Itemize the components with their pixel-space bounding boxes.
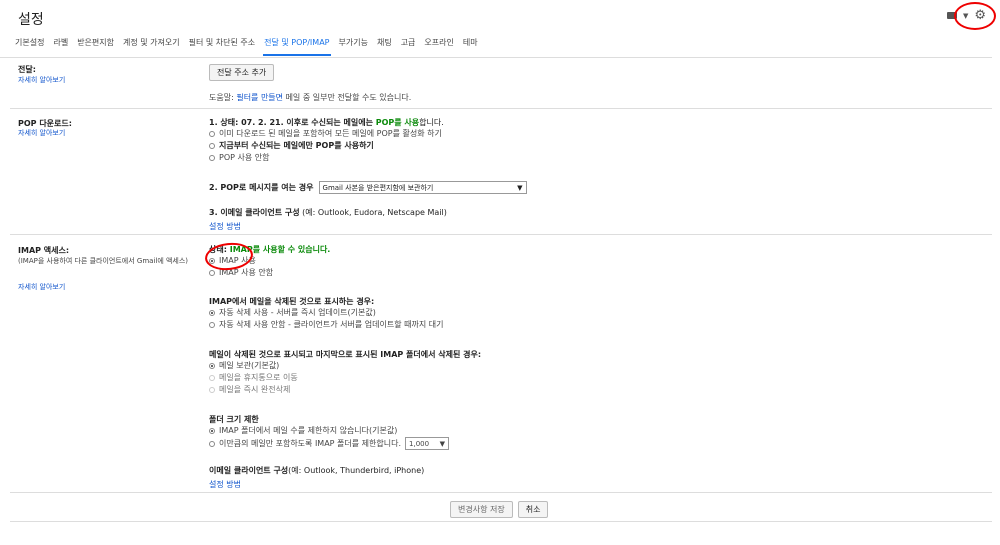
radio-icon[interactable] xyxy=(209,363,215,369)
annotation-circle-gear xyxy=(954,2,996,30)
pop-status-prefix: 1. 상태: 07. 2. 21. 이후로 수신되는 메일에는 xyxy=(209,118,376,127)
tabs-divider xyxy=(0,57,992,58)
radio-icon[interactable] xyxy=(209,131,215,137)
imap-expunge-title: 메일이 삭제된 것으로 표시되고 마지막으로 표시된 IMAP 폴더에서 삭제된… xyxy=(209,350,482,359)
create-filter-link[interactable]: 필터를 만들면 xyxy=(236,93,283,102)
pop-access-label: 2. POP로 메시지를 여는 경우 xyxy=(209,183,314,192)
chevron-down-icon: ▼ xyxy=(439,439,446,448)
pop-option-from-now-label: 지금부터 수신되는 메일에만 POP를 사용하기 xyxy=(219,141,374,150)
pop-option-all[interactable]: 이미 다운로드 된 메일을 포함하여 모든 메일에 POP를 활성화 하기 xyxy=(209,128,444,140)
imap-learn-more-link[interactable]: 자세히 알아보기 xyxy=(18,282,65,292)
radio-icon[interactable] xyxy=(209,428,215,434)
delete-option-manual[interactable]: 자동 삭제 사용 안함 - 클라이언트가 서버를 업데이트할 때까지 대기 xyxy=(209,319,444,331)
forwarding-label: 전달: xyxy=(18,65,36,74)
imap-folder-title: 폴더 크기 제한 xyxy=(209,415,259,424)
imap-desc: (IMAP을 사용하여 다른 클라이언트에서 Gmail에 액세스) xyxy=(18,257,189,265)
pop-status-suffix: 합니다. xyxy=(419,118,444,127)
radio-icon[interactable] xyxy=(209,310,215,316)
folder-limit-value: 1,000 xyxy=(409,439,430,448)
radio-icon[interactable] xyxy=(209,270,215,276)
action-buttons: 변경사항 저장 취소 xyxy=(450,501,549,518)
folder-limit-select[interactable]: 1,000 ▼ xyxy=(405,437,450,450)
forwarding-tip: 도움말: 필터를 만들면 메일 중 일부만 전달할 수도 있습니다. xyxy=(209,92,411,103)
radio-icon[interactable] xyxy=(209,375,215,381)
expunge-option-delete[interactable]: 메일을 즉시 완전삭제 xyxy=(209,384,481,396)
radio-icon[interactable] xyxy=(209,387,215,393)
delete-option-manual-label: 자동 삭제 사용 안함 - 클라이언트가 서버를 업데이트할 때까지 대기 xyxy=(219,320,444,329)
radio-icon[interactable] xyxy=(209,322,215,328)
imap-client-hint: (예: Outlook, Thunderbird, iPhone) xyxy=(288,466,425,475)
pop-option-disable-label: POP 사용 안함 xyxy=(219,153,270,162)
pop-access-select-value: Gmail 사본을 받은편지함에 보관하기 xyxy=(322,183,434,192)
expunge-option-archive[interactable]: 메일 보관(기본값) xyxy=(209,360,481,372)
pop-option-all-label: 이미 다운로드 된 메일을 포함하여 모든 메일에 POP를 활성화 하기 xyxy=(219,129,442,138)
radio-icon[interactable] xyxy=(209,143,215,149)
forwarding-learn-more-link[interactable]: 자세히 알아보기 xyxy=(18,75,65,85)
pop-option-disable[interactable]: POP 사용 안함 xyxy=(209,152,444,164)
tab-filters[interactable]: 필터 및 차단된 주소 xyxy=(188,37,257,56)
cancel-button[interactable]: 취소 xyxy=(517,501,549,518)
folder-option-unlimited-label: IMAP 폴더에서 메일 수를 제한하지 않습니다(기본값) xyxy=(219,426,398,435)
delete-option-auto[interactable]: 자동 삭제 사용 - 서버를 즉시 업데이트(기본값) xyxy=(209,307,444,319)
tab-forwarding-pop-imap[interactable]: 전달 및 POP/IMAP xyxy=(263,37,331,56)
folder-option-unlimited[interactable]: IMAP 폴더에서 메일 수를 제한하지 않습니다(기본값) xyxy=(209,425,449,437)
add-forwarding-address-button[interactable]: 전달 주소 추가 xyxy=(209,64,275,81)
folder-option-limit-label: 이만큼의 메일만 포함하도록 IMAP 폴더를 제한합니다. xyxy=(219,438,402,448)
tab-labels[interactable]: 라벨 xyxy=(52,37,69,56)
footer-divider xyxy=(10,521,992,522)
radio-icon[interactable] xyxy=(209,155,215,161)
tab-offline[interactable]: 오프라인 xyxy=(423,37,454,56)
tip-prefix: 도움말: xyxy=(209,93,237,102)
section-divider xyxy=(10,108,992,109)
pop-option-from-now[interactable]: 지금부터 수신되는 메일에만 POP를 사용하기 xyxy=(209,140,444,152)
folder-option-limit[interactable]: 이만큼의 메일만 포함하도록 IMAP 폴더를 제한합니다. 1,000 ▼ xyxy=(209,437,450,450)
pop-setup-link[interactable]: 설정 방법 xyxy=(209,221,447,232)
tab-themes[interactable]: 테마 xyxy=(462,37,479,56)
imap-delete-title: IMAP에서 메일을 삭제된 것으로 표시하는 경우: xyxy=(209,297,375,306)
pop-client-label: 3. 이메일 클라이언트 구성 xyxy=(209,208,300,217)
expunge-option-trash-label: 메일을 휴지통으로 이동 xyxy=(219,373,298,382)
page-title: 설정 xyxy=(18,12,44,28)
expunge-option-archive-label: 메일 보관(기본값) xyxy=(219,361,280,370)
pop-client-hint: (예: Outlook, Eudora, Netscape Mail) xyxy=(299,208,447,217)
tab-advanced[interactable]: 고급 xyxy=(400,37,417,56)
radio-icon[interactable] xyxy=(209,440,215,447)
save-changes-button[interactable]: 변경사항 저장 xyxy=(450,501,513,518)
tab-chat[interactable]: 채팅 xyxy=(376,37,393,56)
expunge-option-trash[interactable]: 메일을 휴지통으로 이동 xyxy=(209,372,481,384)
tip-suffix: 메일 중 일부만 전달할 수도 있습니다. xyxy=(283,93,412,102)
pop-learn-more-link[interactable]: 자세히 알아보기 xyxy=(18,128,65,138)
delete-option-auto-label: 자동 삭제 사용 - 서버를 즉시 업데이트(기본값) xyxy=(219,308,376,317)
section-divider xyxy=(10,492,992,493)
tab-addons[interactable]: 부가기능 xyxy=(338,37,369,56)
settings-tabs: 기본설정 라벨 받은편지함 계정 및 가져오기 필터 및 차단된 주소 전달 및… xyxy=(14,37,479,56)
imap-label: IMAP 액세스: xyxy=(18,246,70,255)
section-divider xyxy=(10,234,992,235)
pop-status: 1. 상태: 07. 2. 21. 이후로 수신되는 메일에는 POP를 사용합… xyxy=(209,117,444,128)
chevron-down-icon: ▼ xyxy=(517,183,523,192)
imap-setup-link[interactable]: 설정 방법 xyxy=(209,479,424,490)
tab-accounts[interactable]: 계정 및 가져오기 xyxy=(122,37,181,56)
pop-access-select[interactable]: Gmail 사본을 받은편지함에 보관하기 ▼ xyxy=(318,181,527,194)
tab-general[interactable]: 기본설정 xyxy=(14,37,45,56)
imap-client-label: 이메일 클라이언트 구성 xyxy=(209,466,289,475)
tab-inbox[interactable]: 받은편지함 xyxy=(76,37,115,56)
pop-status-value: POP를 사용 xyxy=(375,118,420,127)
expunge-option-delete-label: 메일을 즉시 완전삭제 xyxy=(219,385,291,394)
